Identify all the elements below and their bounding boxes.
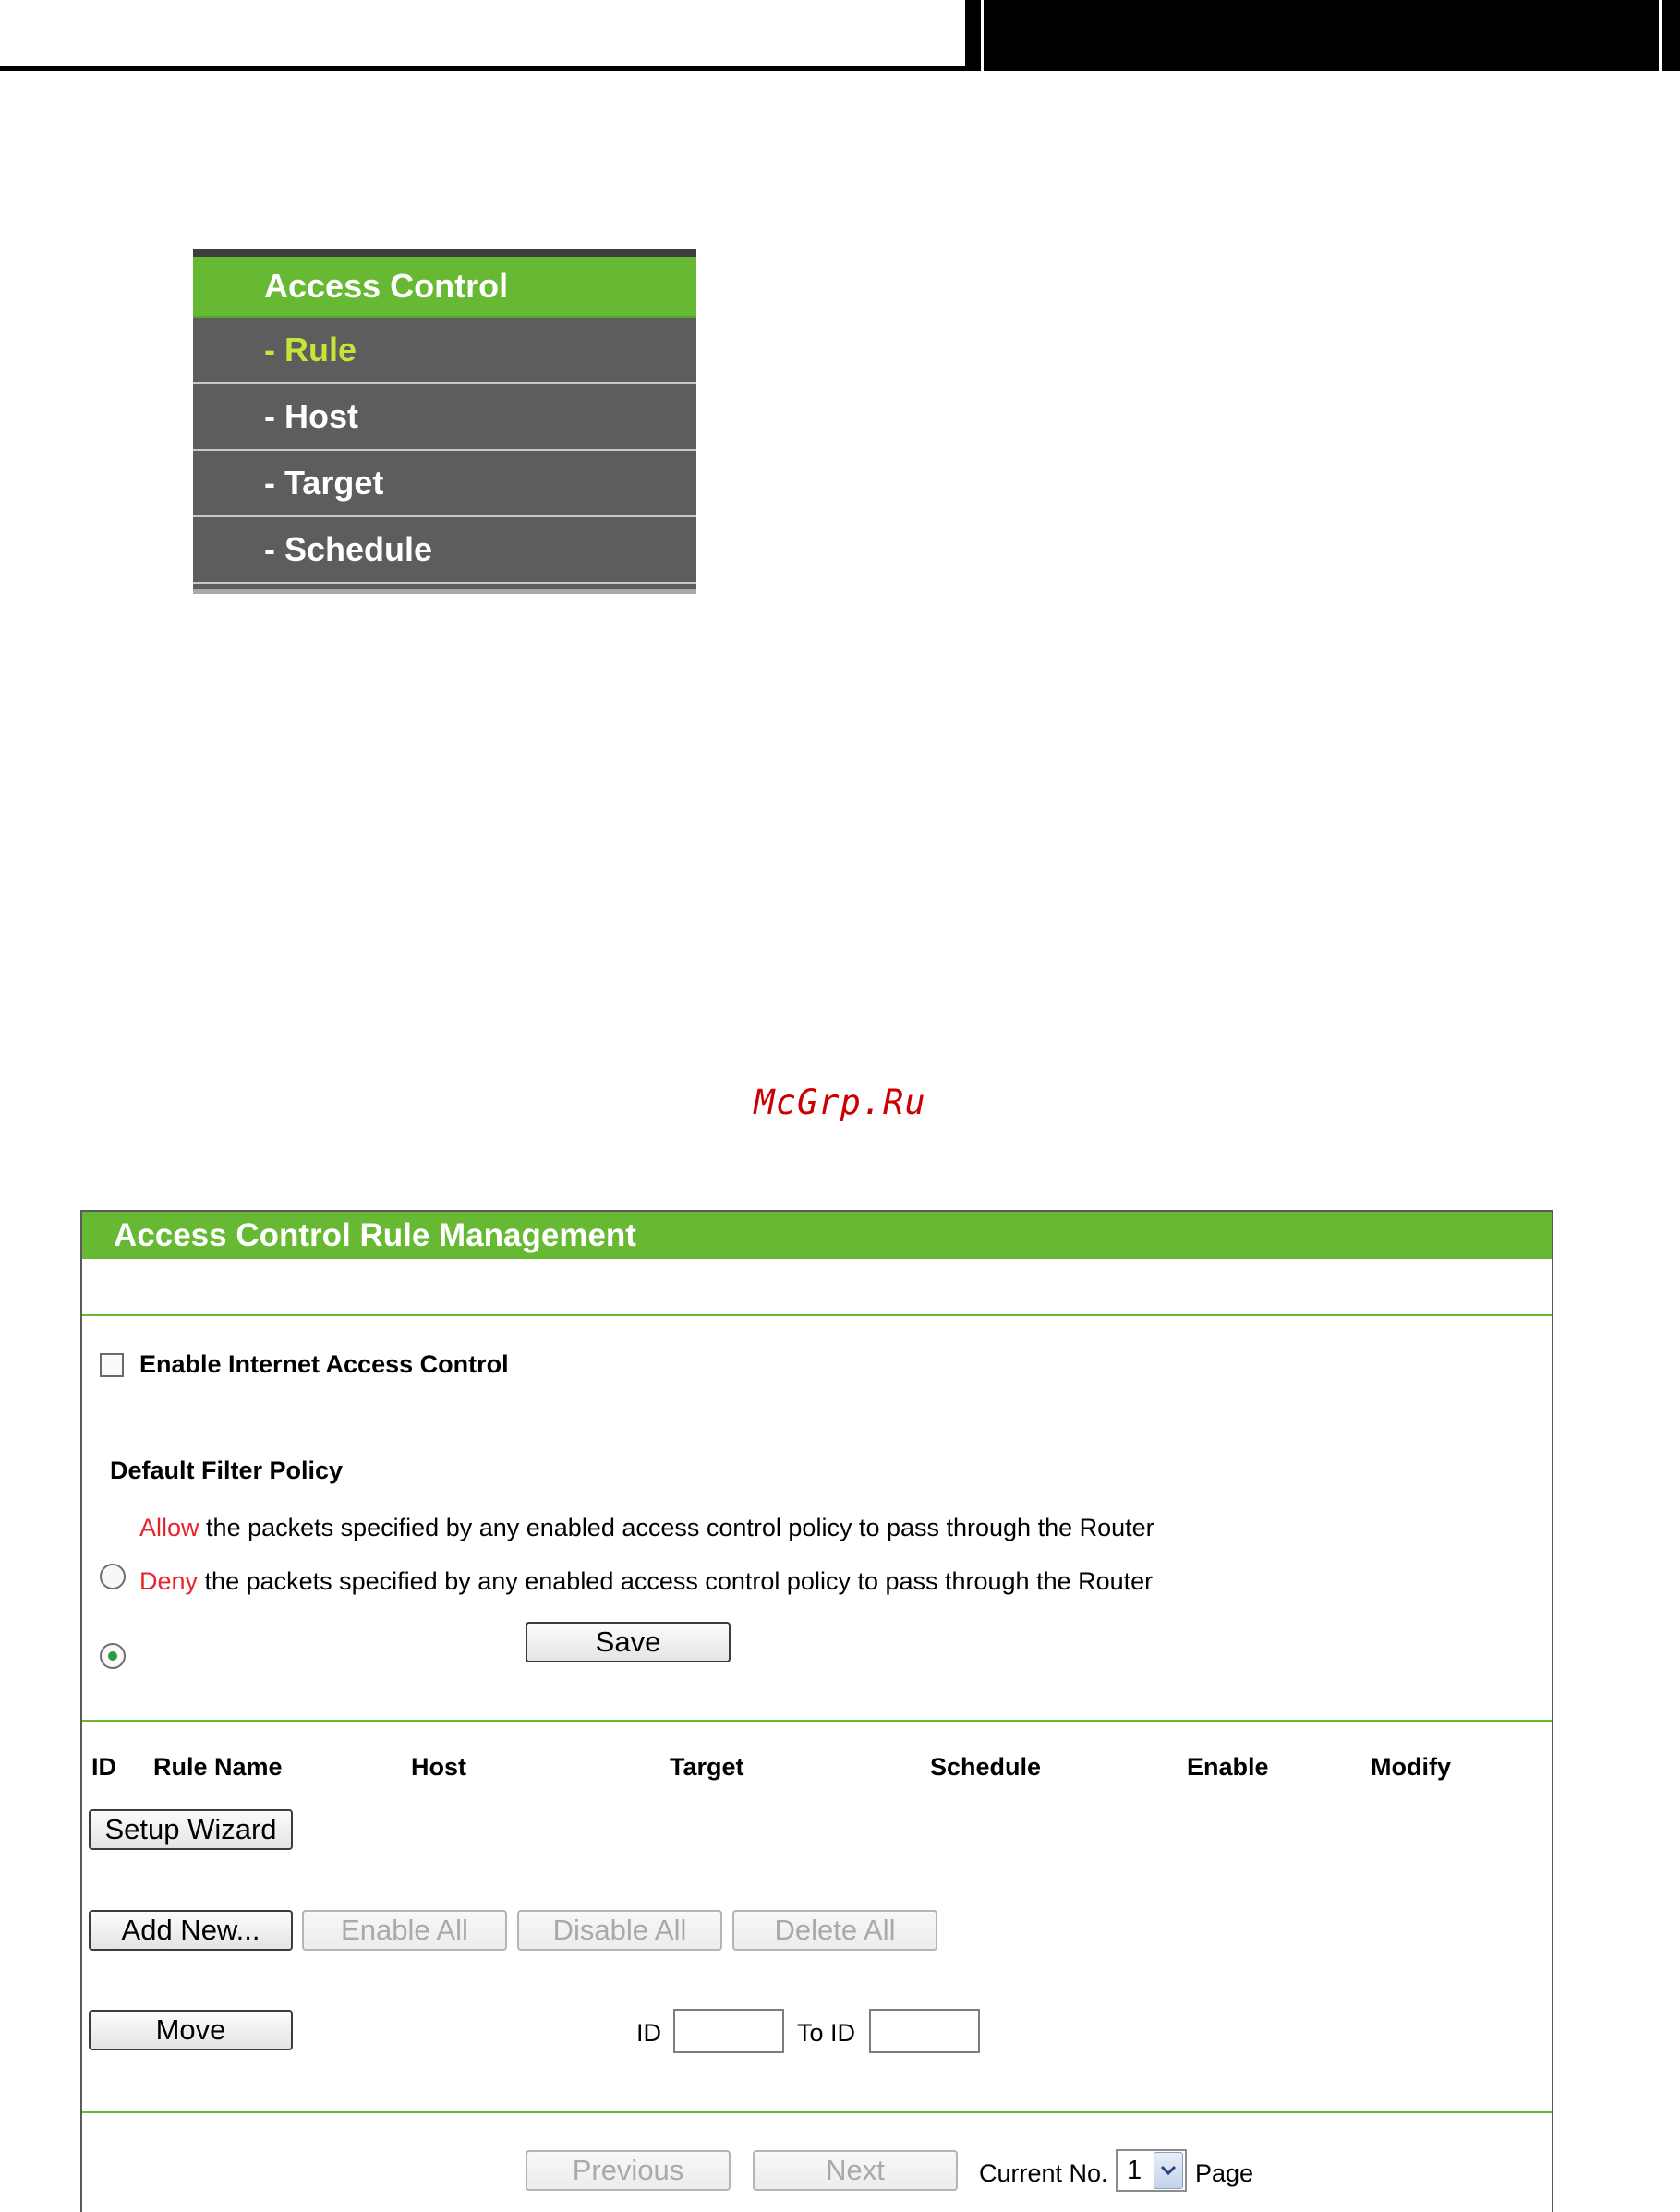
menu-item-schedule[interactable]: - Schedule <box>193 517 696 584</box>
column-rule-name: Rule Name <box>153 1753 283 1781</box>
access-control-menu: Access Control - Rule - Host - Target - … <box>193 249 696 594</box>
move-to-id-label: To ID <box>797 2019 856 2047</box>
section-divider <box>82 1720 1552 1722</box>
column-id: ID <box>91 1753 116 1781</box>
next-page-button[interactable]: Next <box>753 2150 958 2191</box>
rule-management-panel: Access Control Rule Management Enable In… <box>80 1210 1553 2212</box>
deny-policy-label: Deny the packets specified by any enable… <box>139 1567 1153 1596</box>
delete-all-button[interactable]: Delete All <box>732 1910 937 1951</box>
add-new-button[interactable]: Add New... <box>89 1910 293 1951</box>
menu-header-access-control[interactable]: Access Control <box>193 257 696 318</box>
menu-item-rule[interactable]: - Rule <box>193 318 696 384</box>
current-no-label: Current No. <box>979 2159 1108 2187</box>
menu-top-edge <box>193 249 696 257</box>
chevron-down-icon[interactable] <box>1154 2152 1183 2189</box>
column-modify: Modify <box>1371 1753 1451 1781</box>
enable-access-control-label: Enable Internet Access Control <box>139 1350 509 1378</box>
panel-title: Access Control Rule Management <box>82 1212 1552 1259</box>
previous-page-button[interactable]: Previous <box>526 2150 731 2191</box>
allow-keyword: Allow <box>139 1514 199 1541</box>
deny-policy-radio[interactable] <box>100 1643 126 1669</box>
allow-policy-text: the packets specified by any enabled acc… <box>206 1514 1154 1541</box>
default-filter-policy-heading: Default Filter Policy <box>110 1457 344 1484</box>
move-id-label: ID <box>636 2019 661 2047</box>
enable-all-button[interactable]: Enable All <box>302 1910 507 1951</box>
enable-access-control-checkbox[interactable] <box>100 1353 124 1377</box>
deny-policy-text: the packets specified by any enabled acc… <box>204 1567 1154 1595</box>
move-id-input[interactable] <box>673 2009 784 2053</box>
allow-policy-label: Allow the packets specified by any enabl… <box>139 1514 1154 1542</box>
section-divider <box>82 2111 1552 2113</box>
column-enable: Enable <box>1187 1753 1269 1781</box>
setup-wizard-button[interactable]: Setup Wizard <box>89 1809 293 1850</box>
column-schedule: Schedule <box>930 1753 1042 1781</box>
menu-bottom-edge <box>193 589 696 594</box>
move-button[interactable]: Move <box>89 2010 293 2050</box>
watermark: McGrp.Ru <box>754 1082 926 1122</box>
header-separator <box>981 0 984 71</box>
save-button[interactable]: Save <box>526 1622 731 1662</box>
column-host: Host <box>411 1753 466 1781</box>
menu-item-target[interactable]: - Target <box>193 451 696 517</box>
deny-keyword: Deny <box>139 1567 199 1595</box>
page-select-value: 1 <box>1127 2155 1142 2185</box>
section-divider <box>82 1314 1552 1316</box>
move-to-id-input[interactable] <box>869 2009 980 2053</box>
disable-all-button[interactable]: Disable All <box>517 1910 722 1951</box>
header-block <box>965 0 1680 71</box>
header-separator <box>1659 0 1662 71</box>
column-target: Target <box>670 1753 744 1781</box>
page-select[interactable]: 1 <box>1116 2149 1187 2192</box>
menu-item-host[interactable]: - Host <box>193 384 696 451</box>
allow-policy-radio[interactable] <box>100 1564 126 1589</box>
page-label: Page <box>1195 2159 1254 2187</box>
